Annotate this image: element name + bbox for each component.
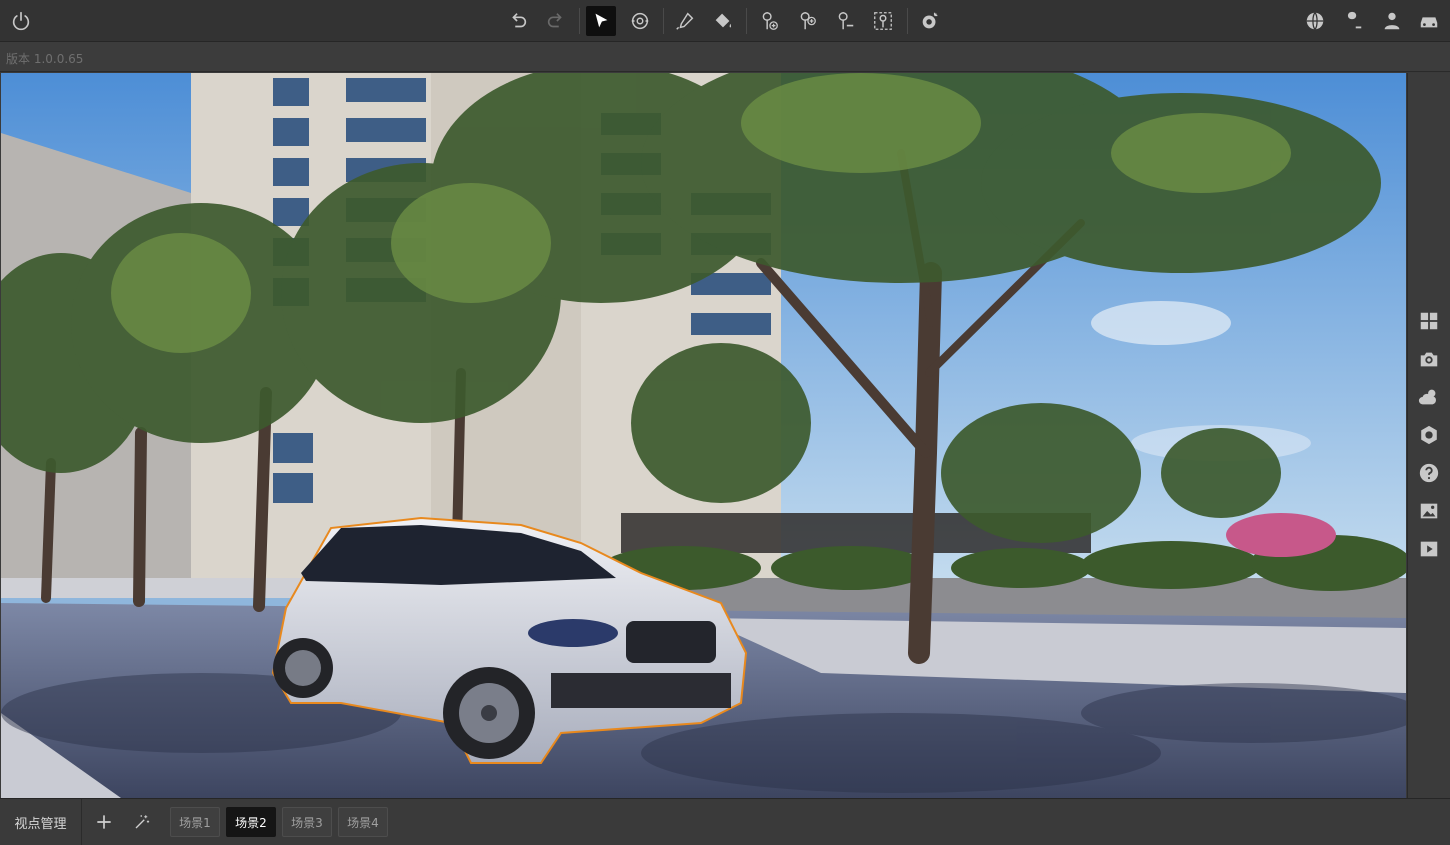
redo-icon[interactable] — [541, 6, 571, 36]
scene-tab-4[interactable]: 场景4 — [338, 807, 388, 837]
plant-scatter-icon[interactable] — [868, 6, 898, 36]
help-icon[interactable] — [1417, 461, 1441, 485]
orbit-view-icon[interactable] — [625, 6, 655, 36]
scene-render — [1, 73, 1406, 798]
weather-icon[interactable] — [1417, 385, 1441, 409]
version-label: 版本 1.0.0.65 — [6, 52, 84, 66]
add-plant-icon[interactable] — [792, 6, 822, 36]
car-icon[interactable] — [1414, 6, 1444, 36]
version-bar: 版本 1.0.0.65 — [0, 42, 1450, 72]
image-icon[interactable] — [1417, 499, 1441, 523]
right-tool-panel — [1407, 73, 1450, 798]
eyedropper-icon[interactable] — [670, 6, 700, 36]
scene-tab-2[interactable]: 场景2 — [226, 807, 276, 837]
play-icon[interactable] — [1417, 537, 1441, 561]
tree-library-icon[interactable] — [1338, 6, 1368, 36]
render-viewport[interactable] — [1, 73, 1406, 798]
power-icon[interactable] — [6, 6, 36, 36]
remove-plant-icon[interactable] — [830, 6, 860, 36]
paint-bucket-icon[interactable] — [708, 6, 738, 36]
undo-icon[interactable] — [503, 6, 533, 36]
grid-icon[interactable] — [1417, 309, 1441, 333]
main-toolbar — [0, 0, 1450, 42]
scene-tab-1[interactable]: 场景1 — [170, 807, 220, 837]
magic-wand-icon[interactable] — [131, 811, 153, 833]
scene-tab-3[interactable]: 场景3 — [282, 807, 332, 837]
settings-icon[interactable] — [1417, 423, 1441, 447]
scene-bar: 视点管理 场景1 场景2 场景3 场景4 — [0, 798, 1450, 845]
plus-icon[interactable] — [93, 811, 115, 833]
add-tree-icon[interactable] — [754, 6, 784, 36]
viewpoint-manager-button[interactable]: 视点管理 — [0, 799, 82, 845]
camera-icon[interactable] — [1417, 347, 1441, 371]
weather-time-icon[interactable] — [915, 6, 945, 36]
character-icon[interactable] — [1377, 6, 1407, 36]
select-arrow-icon[interactable] — [586, 6, 616, 36]
globe-icon[interactable] — [1300, 6, 1330, 36]
